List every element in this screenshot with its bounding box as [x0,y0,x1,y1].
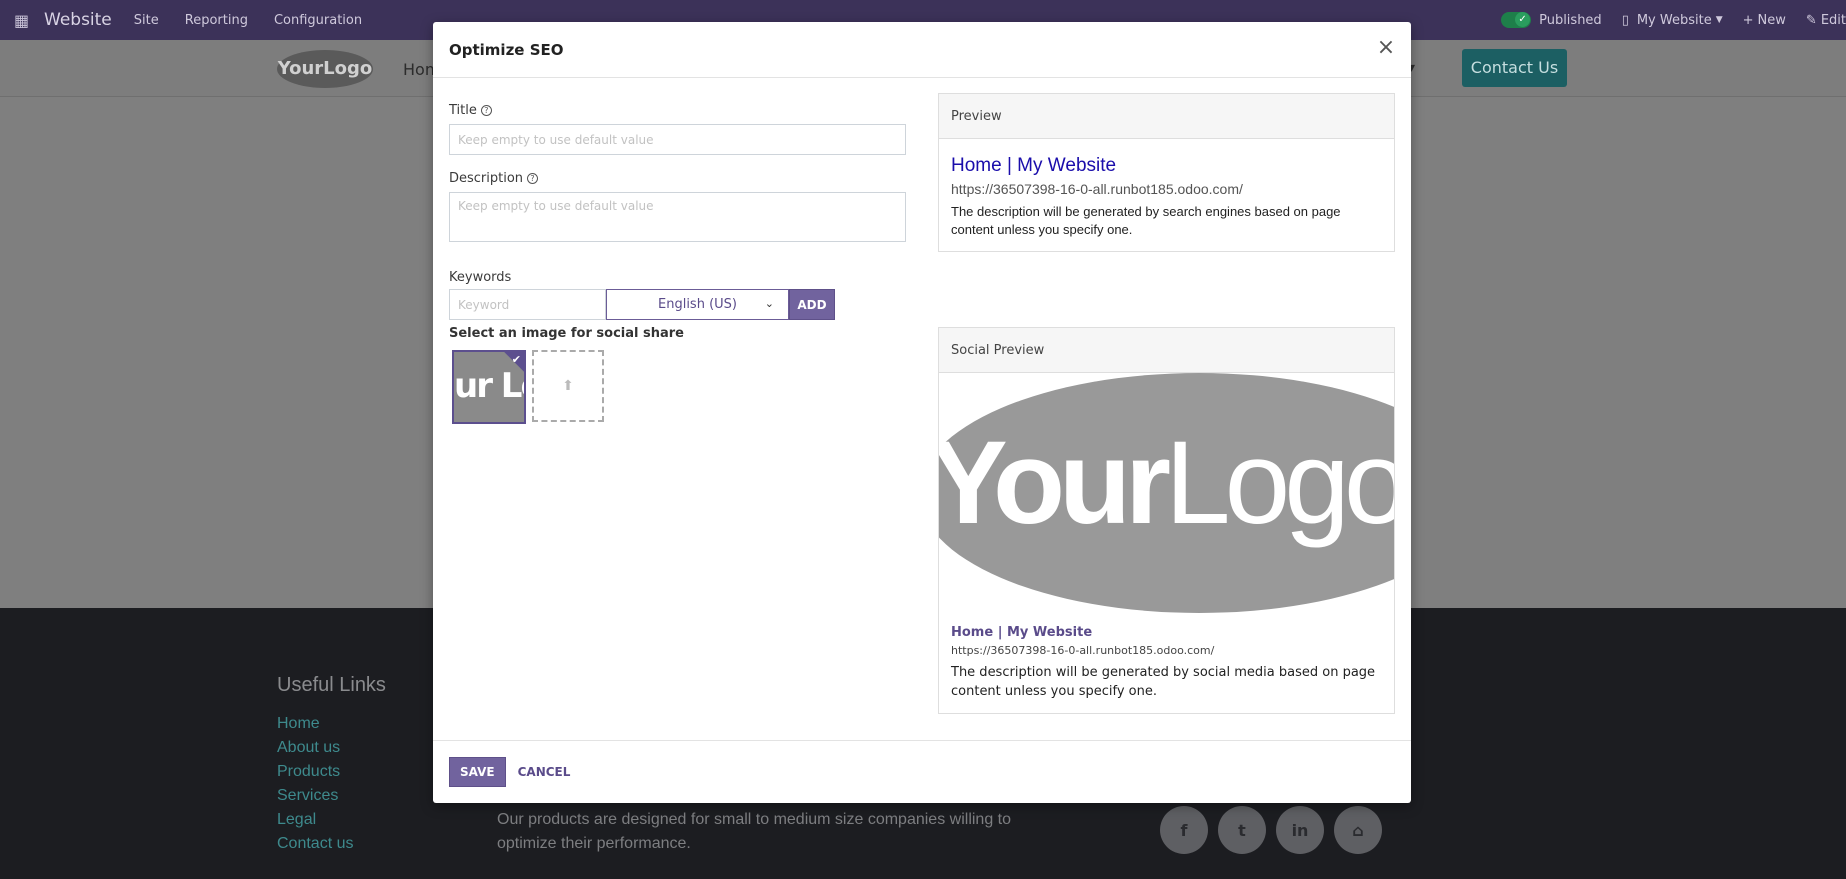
social-preview-url: https://36507398-16-0-all.runbot185.odoo… [951,644,1215,657]
description-input[interactable] [449,192,906,242]
plus-icon: + [1742,12,1754,28]
search-preview-card: Preview Home | My Website https://365073… [938,93,1395,252]
home-icon: ⌂ [1334,806,1382,854]
language-select[interactable]: English (US) ⌄ [606,289,789,320]
footer-link: Products [277,763,341,780]
menu-configuration[interactable]: Configuration [274,13,362,28]
keywords-label: Keywords [449,270,512,285]
image-thumbnail-text: ur Lo [454,366,524,406]
toggle-switch-icon [1501,12,1532,28]
save-button[interactable]: SAVE [449,757,506,787]
help-icon[interactable]: ? [480,105,492,116]
close-icon[interactable]: × [1375,37,1397,60]
pencil-icon: ✎ [1805,12,1817,28]
app-name[interactable]: Website [44,10,112,30]
new-label: New [1757,12,1786,28]
website-switcher[interactable]: ▯ My Website ▼ [1622,13,1723,28]
social-image-label: Select an image for social share [449,326,684,341]
site-logo: YourLogo [277,50,373,88]
preview-header: Preview [939,94,1394,139]
menu-reporting[interactable]: Reporting [185,13,248,28]
keyword-row: English (US) ⌄ ADD [449,289,907,320]
linkedin-icon: in [1276,806,1324,854]
keyword-input[interactable] [449,289,606,320]
logo-light-text: Logo [1165,417,1394,549]
preview-title: Home | My Website [951,155,1117,176]
dialog-body: Title ? Description ? Keywords English (… [433,79,1411,740]
twitter-icon: t [1218,806,1266,854]
new-button[interactable]: + New [1743,13,1786,28]
dialog-footer: SAVE CANCEL [433,740,1411,803]
footer-link: Services [277,787,339,804]
social-preview-header: Social Preview [939,328,1394,373]
title-input[interactable] [449,124,906,155]
optimize-seo-dialog: Optimize SEO × Title ? Description ? Key… [433,22,1411,803]
chevron-down-icon: ⌄ [764,297,774,310]
footer-link: Contact us [277,835,354,852]
help-icon[interactable]: ? [527,173,539,184]
footer-link: Home [277,715,320,732]
footer-links: Home About us Products Services Legal Co… [277,712,353,856]
social-preview-title: Home | My Website [951,625,1093,640]
contact-us-button: Contact Us [1462,49,1567,87]
topbar-right: Published ▯ My Website▼ +New ✎Edit [1501,0,1846,40]
social-preview-description: The description will be generated by soc… [951,665,1376,699]
preview-column: Preview Home | My Website https://365073… [938,93,1395,714]
footer-link: About us [277,739,341,756]
social-preview-card: Social Preview YourLogo Home | My Websit… [938,327,1395,714]
social-preview-image: YourLogo [939,373,1394,613]
apps-grid-icon[interactable]: ▦ [14,11,36,30]
social-links: f t in ⌂ [1160,806,1392,854]
published-toggle[interactable]: Published [1501,12,1602,28]
description-label: Description ? [449,171,907,186]
seo-form: Title ? Description ? Keywords English (… [449,79,907,424]
social-image-option-selected[interactable]: ur Lo ✔ [452,350,526,424]
edit-button[interactable]: ✎ Edit [1806,13,1846,28]
edit-label: Edit [1820,12,1846,28]
menu-site[interactable]: Site [134,13,159,28]
footer-heading: Useful Links [277,674,386,696]
published-label: Published [1539,12,1602,28]
description-label-text: Description [449,171,524,186]
dialog-header: Optimize SEO × [433,22,1411,78]
preview-description: The description will be generated by sea… [951,204,1341,237]
footer-description: Our products are designed for small to m… [497,811,1012,852]
upload-image-button[interactable]: ⬆ [532,350,604,422]
website-label: My Website [1636,12,1712,28]
check-icon: ✔ [511,353,521,366]
upload-icon: ⬆ [562,378,574,394]
language-value: English (US) [658,297,737,312]
caret-down-icon: ▼ [1715,15,1723,25]
title-label-text: Title [449,103,477,118]
title-label: Title ? [449,103,907,118]
mobile-icon: ▯ [1621,12,1629,28]
footer-link: Legal [277,811,317,828]
preview-url: https://36507398-16-0-all.runbot185.odoo… [951,181,1243,197]
add-keyword-button[interactable]: ADD [789,289,835,320]
dialog-title: Optimize SEO [449,40,564,59]
cancel-button[interactable]: CANCEL [518,765,571,779]
facebook-icon: f [1160,806,1208,854]
logo-bold-text: Your [939,417,1171,549]
logo-text: YourLogo [939,415,1394,551]
